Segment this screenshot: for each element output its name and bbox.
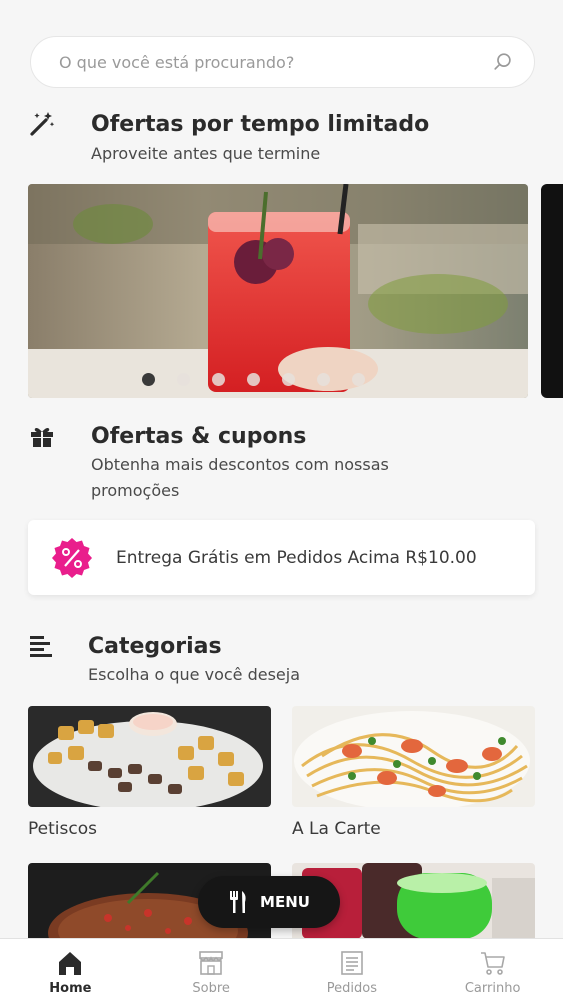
category-card-petiscos[interactable]: Petiscos <box>28 706 271 839</box>
menu-button[interactable]: MENU <box>198 876 340 928</box>
tab-label: Sobre <box>192 981 230 996</box>
categories-header: Categorias Escolha o que você deseja <box>0 630 563 690</box>
coupons-header: Ofertas & cupons Obtenha mais descontos … <box>0 420 563 505</box>
tab-carrinho[interactable]: Carrinho <box>422 939 563 1000</box>
coupon-text: Entrega Grátis em Pedidos Acima R$10.00 <box>116 547 477 568</box>
a-la-carte-image <box>292 706 535 807</box>
carousel-dot[interactable] <box>176 373 190 386</box>
offers-carousel-next-slide[interactable] <box>541 184 563 398</box>
magic-wand-icon <box>30 112 55 136</box>
limited-offers-subtitle: Aproveite antes que termine <box>91 144 321 163</box>
category-label: Petiscos <box>28 819 97 839</box>
tab-label: Carrinho <box>464 981 521 996</box>
limited-offers-title: Ofertas por tempo limitado <box>91 112 430 137</box>
carousel-dot[interactable] <box>246 373 260 386</box>
categories-title: Categorias <box>88 634 222 659</box>
carousel-dot[interactable] <box>351 373 365 386</box>
tab-pedidos[interactable]: Pedidos <box>282 939 423 1000</box>
bottom-tab-bar: Home Sobre Pedidos Carrinho <box>0 938 563 1000</box>
carousel-dot[interactable] <box>281 373 295 386</box>
coupons-title: Ofertas & cupons <box>91 424 307 449</box>
coupon-card[interactable]: Entrega Grátis em Pedidos Acima R$10.00 <box>28 520 535 595</box>
carousel-dot[interactable] <box>316 373 330 386</box>
search-input[interactable] <box>59 52 492 72</box>
orders-icon <box>341 951 363 975</box>
tab-label: Pedidos <box>326 981 377 996</box>
store-icon <box>199 951 223 975</box>
search-icon[interactable] <box>492 51 514 73</box>
carousel-dot[interactable] <box>141 373 155 386</box>
cart-icon <box>480 952 505 975</box>
tab-sobre[interactable]: Sobre <box>141 939 282 1000</box>
gift-icon <box>31 427 53 447</box>
categories-subtitle: Escolha o que você deseja <box>88 665 301 684</box>
category-label: A La Carte <box>292 819 381 839</box>
tab-label: Home <box>49 981 92 996</box>
carousel-dot[interactable] <box>211 373 225 386</box>
home-icon <box>59 952 82 975</box>
carousel-indicators <box>28 373 498 386</box>
petiscos-image <box>28 706 271 807</box>
limited-offers-header: Ofertas por tempo limitado Aproveite ant… <box>0 108 563 168</box>
percent-badge-icon <box>52 537 92 578</box>
fork-knife-icon <box>230 891 246 913</box>
list-icon <box>30 636 52 657</box>
menu-button-label: MENU <box>260 893 310 911</box>
coupons-subtitle: Obtenha mais descontos com nossas promoç… <box>91 455 389 500</box>
category-card-a-la-carte[interactable]: A La Carte <box>292 706 535 839</box>
offers-carousel-slide[interactable] <box>28 184 528 398</box>
search-bar[interactable] <box>30 36 535 88</box>
tab-home[interactable]: Home <box>0 939 141 1000</box>
drink-promo-image <box>28 184 528 398</box>
